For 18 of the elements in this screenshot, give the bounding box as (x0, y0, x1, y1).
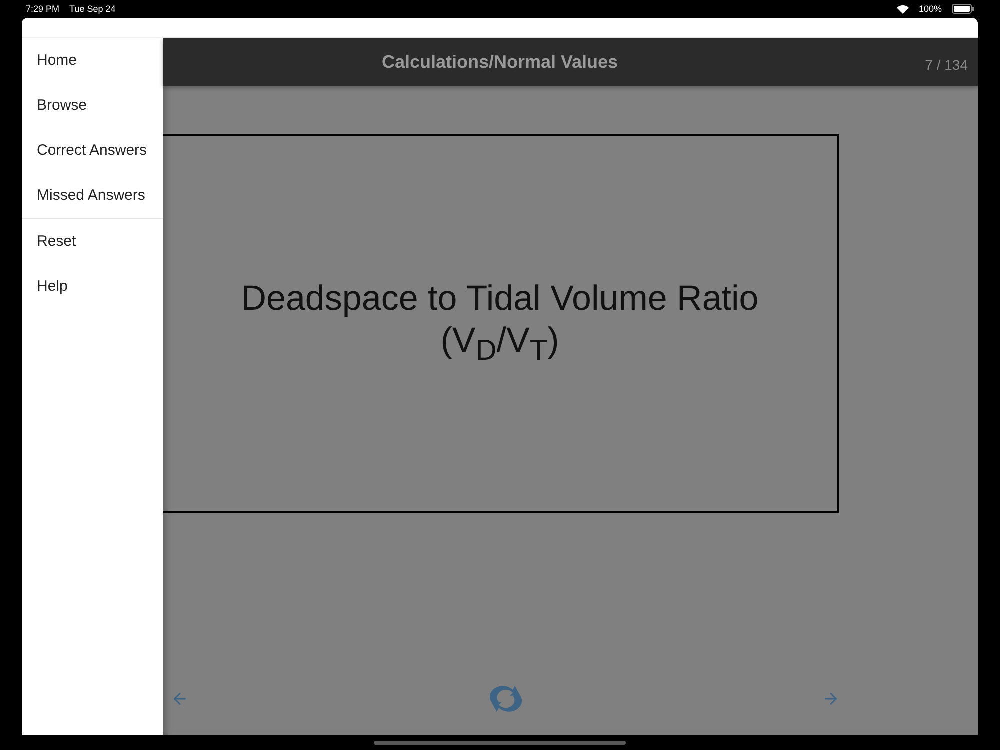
battery-percent: 100% (918, 4, 942, 14)
card-text: (V$_{D}$/V$_{T}$) (440, 320, 560, 369)
menu-item[interactable]: Browse (22, 83, 163, 128)
forward-arrow-icon[interactable] (822, 690, 840, 708)
flash-card[interactable]: Deadspace to Tidal Volume Ratio (V$_{D}$/V$_{T}$) (163, 134, 839, 513)
menu-item[interactable]: Missed Answers (22, 173, 163, 218)
menu-item[interactable]: Help (22, 264, 163, 309)
menu-item[interactable]: Home (22, 38, 163, 83)
menu-item[interactable]: Correct Answers (22, 128, 163, 173)
wifi-icon (896, 4, 909, 14)
back-arrow-icon[interactable] (171, 690, 189, 708)
status-time: 7:29 PM (26, 4, 60, 14)
menu-item[interactable]: Reset (22, 219, 163, 264)
card-counter: 7 / 134 (924, 57, 969, 73)
card-text: Deadspace to Tidal Volume Ratio (241, 278, 759, 320)
battery-icon (952, 4, 974, 14)
header-title: Calculations/Normal Values (380, 52, 620, 72)
status-date: Tue Sep 24 (70, 4, 116, 14)
